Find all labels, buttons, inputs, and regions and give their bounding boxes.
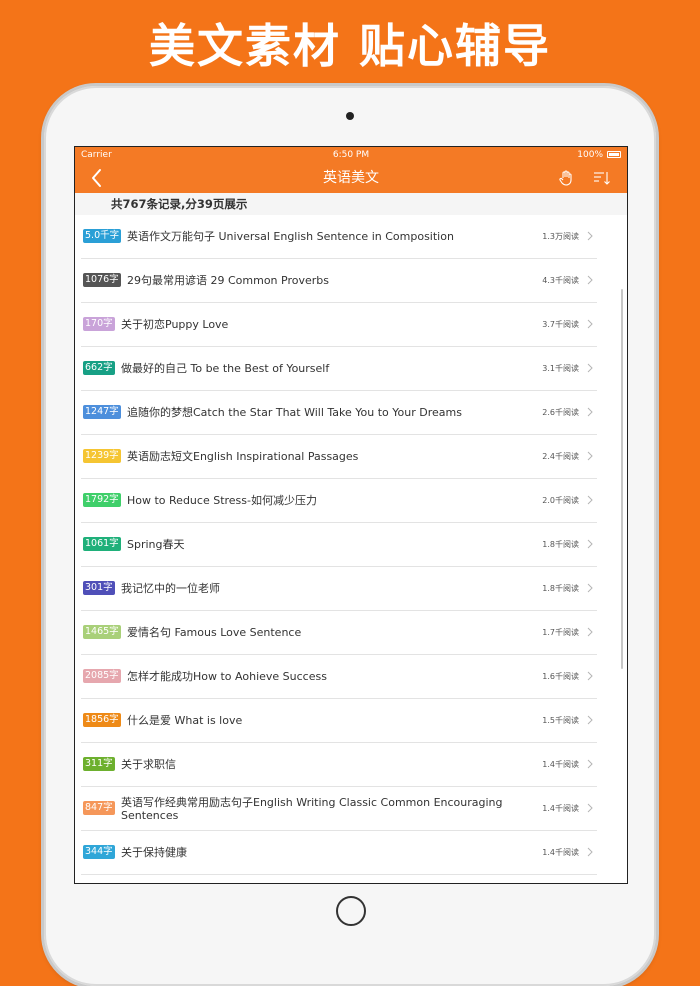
word-count-badge: 301字 (83, 581, 115, 595)
list-item[interactable]: 431字我最喜爱的动物My favorite animals1.3千阅读 (81, 875, 597, 883)
word-count-badge: 662字 (83, 361, 115, 375)
ipad-frame: Carrier 6:50 PM 100% 英语美文 共767条记录,分39页展示… (44, 86, 656, 986)
article-list: 5.0千字 英语作文万能句子 Universal English Sentence… (75, 215, 627, 883)
list-item[interactable]: 5.0千字 英语作文万能句子 Universal English Sentence… (81, 215, 597, 259)
word-count-badge: 1061字 (83, 537, 121, 551)
read-count: 2.0千阅读 (542, 496, 579, 505)
read-count: 1.8千阅读 (542, 540, 579, 549)
chevron-right-icon (587, 495, 593, 505)
word-count-badge: 1239字 (83, 449, 121, 463)
chevron-right-icon (587, 759, 593, 769)
word-count-badge: 1465字 (83, 625, 121, 639)
scrollbar[interactable] (621, 289, 623, 669)
nav-bar: 英语美文 (75, 163, 627, 193)
nav-title: 英语美文 (323, 170, 379, 186)
read-count: 1.7千阅读 (542, 628, 579, 637)
read-count: 1.4千阅读 (542, 804, 579, 813)
read-count: 1.4千阅读 (542, 760, 579, 769)
chevron-right-icon (587, 583, 593, 593)
chevron-right-icon (587, 451, 593, 461)
status-bar: Carrier 6:50 PM 100% (75, 147, 627, 163)
chevron-right-icon (587, 275, 593, 285)
chevron-right-icon (587, 803, 593, 813)
read-count: 2.6千阅读 (542, 408, 579, 417)
list-item[interactable]: 1792字 How to Reduce Stress-如何减少压力 2.0千阅读 (81, 479, 597, 523)
word-count-badge: 1247字 (83, 405, 121, 419)
article-title: 追随你的梦想Catch the Star That Will Take You … (127, 406, 462, 419)
read-count: 3.7千阅读 (542, 320, 579, 329)
list-item[interactable]: 301字 我记忆中的一位老师 1.8千阅读 (81, 567, 597, 611)
article-title: 做最好的自己 To be the Best of Yourself (121, 362, 330, 375)
article-title: 英语写作经典常用励志句子English Writing Classic Comm… (121, 795, 503, 822)
list-item[interactable]: 847字 英语写作经典常用励志句子English Writing Classic … (81, 787, 597, 831)
app-screen: Carrier 6:50 PM 100% 英语美文 共767条记录,分39页展示… (74, 146, 628, 884)
article-title: 29句最常用谚语 29 Common Proverbs (127, 274, 329, 287)
list-item[interactable]: 1239字 英语励志短文English Inspirational Passage… (81, 435, 597, 479)
list-item[interactable]: 1076字 29句最常用谚语 29 Common Proverbs 4.3千阅读 (81, 259, 597, 303)
sort-icon[interactable] (593, 169, 611, 187)
word-count-badge: 311字 (83, 757, 115, 771)
article-title: 爱情名句 Famous Love Sentence (127, 626, 302, 639)
hand-icon[interactable] (557, 169, 575, 187)
article-title: 我最喜爱的动物My favorite animals (121, 875, 519, 883)
read-count: 1.8千阅读 (542, 584, 579, 593)
read-count: 1.4千阅读 (542, 848, 579, 857)
word-count-badge: 5.0千字 (83, 229, 122, 243)
word-count-badge: 847字 (83, 801, 115, 815)
article-title: 怎样才能成功How to Aohieve Success (127, 670, 327, 683)
word-count-badge: 170字 (83, 317, 115, 331)
chevron-right-icon (587, 715, 593, 725)
chevron-right-icon (587, 363, 593, 373)
word-count-badge: 2085字 (83, 669, 121, 683)
battery-percent: 100% (577, 150, 603, 160)
article-title: 英语作文万能句子 Universal English Sentence in C… (127, 230, 454, 243)
list-item[interactable]: 1061字 Spring春天 1.8千阅读 (81, 523, 597, 567)
read-count: 1.3千阅读 (542, 875, 579, 883)
article-title: 英语励志短文English Inspirational Passages (127, 450, 359, 463)
read-count: 3.1千阅读 (542, 364, 579, 373)
word-count-badge: 1076字 (83, 273, 121, 287)
article-title: 关于初恋Puppy Love (121, 318, 229, 331)
list-item[interactable]: 1465字 爱情名句 Famous Love Sentence 1.7千阅读 (81, 611, 597, 655)
chevron-right-icon (587, 231, 593, 241)
chevron-right-icon (587, 847, 593, 857)
chevron-right-icon (587, 319, 593, 329)
article-title: 关于保持健康 (121, 846, 187, 859)
promo-title: 美文素材 贴心辅导 (148, 19, 551, 73)
article-title: Spring春天 (127, 538, 185, 551)
word-count-badge: 1792字 (83, 493, 121, 507)
read-count: 4.3千阅读 (542, 276, 579, 285)
camera-dot (346, 112, 354, 120)
read-count: 1.6千阅读 (542, 672, 579, 681)
article-title: 什么是爱 What is love (127, 714, 243, 727)
word-count-badge: 344字 (83, 845, 115, 859)
record-summary: 共767条记录,分39页展示 (75, 193, 627, 215)
battery-icon (607, 151, 621, 158)
status-time: 6:50 PM (332, 150, 370, 160)
home-button[interactable] (336, 896, 366, 926)
chevron-right-icon (587, 539, 593, 549)
chevron-right-icon (587, 407, 593, 417)
list-item[interactable]: 1856字 什么是爱 What is love 1.5千阅读 (81, 699, 597, 743)
chevron-right-icon (587, 671, 593, 681)
list-item[interactable]: 662字 做最好的自己 To be the Best of Yourself 3.1… (81, 347, 597, 391)
word-count-badge: 1856字 (83, 713, 121, 727)
article-title: 我记忆中的一位老师 (121, 582, 220, 595)
read-count: 1.3万阅读 (542, 232, 579, 241)
read-count: 1.5千阅读 (542, 716, 579, 725)
article-title: How to Reduce Stress-如何减少压力 (127, 494, 317, 507)
list-item[interactable]: 311字 关于求职信 1.4千阅读 (81, 743, 597, 787)
list-item[interactable]: 1247字 追随你的梦想Catch the Star That Will Take… (81, 391, 597, 435)
article-title: 关于求职信 (121, 758, 176, 771)
back-chevron-icon[interactable] (89, 167, 105, 189)
list-item[interactable]: 170字 关于初恋Puppy Love 3.7千阅读 (81, 303, 597, 347)
list-item[interactable]: 344字 关于保持健康 1.4千阅读 (81, 831, 597, 875)
chevron-right-icon (587, 627, 593, 637)
read-count: 2.4千阅读 (542, 452, 579, 461)
list-item[interactable]: 2085字 怎样才能成功How to Aohieve Success 1.6千阅读 (81, 655, 597, 699)
